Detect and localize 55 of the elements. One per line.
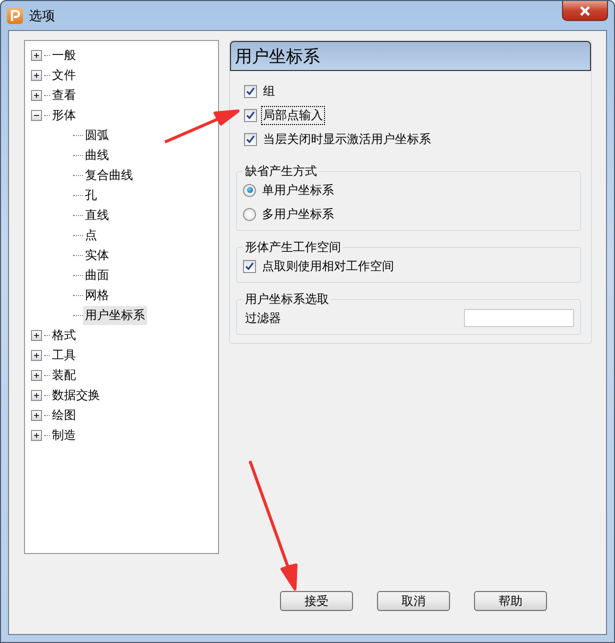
expand-icon[interactable] (31, 390, 42, 400)
panel-title: 用户坐标系 (230, 41, 591, 71)
tree-item[interactable]: 制造 (50, 426, 78, 444)
group-title: 缺省产生方式 (244, 163, 318, 180)
checkbox[interactable] (243, 260, 256, 272)
close-button[interactable] (562, 1, 608, 21)
checkbox[interactable] (244, 132, 257, 146)
tree-item[interactable]: 数据交换 (50, 386, 102, 404)
expand-icon[interactable] (31, 430, 42, 440)
expand-icon[interactable] (31, 70, 42, 80)
filter-field[interactable] (464, 309, 574, 327)
option-label: 单用户坐标系 (261, 182, 335, 198)
expand-icon[interactable] (31, 90, 42, 100)
tree-item[interactable]: 装配 (50, 366, 78, 384)
expand-icon[interactable] (31, 370, 42, 380)
window-title: 选项 (29, 8, 55, 24)
tree-item[interactable]: 工具 (50, 346, 78, 364)
expand-icon[interactable] (31, 350, 42, 360)
tree-item[interactable]: 实体 (83, 246, 111, 264)
checkbox[interactable] (244, 108, 257, 122)
tree-item[interactable]: 曲面 (83, 266, 111, 284)
app-icon (7, 8, 23, 24)
collapse-icon[interactable] (31, 110, 42, 120)
close-icon (579, 6, 591, 16)
option-label: 多用户坐标系 (261, 206, 335, 222)
expand-icon[interactable] (31, 330, 42, 340)
dialog-button[interactable]: 帮助 (474, 591, 547, 611)
tree-item[interactable]: 圆弧 (83, 126, 111, 144)
radio-button[interactable] (243, 208, 256, 220)
field-label: 过滤器 (244, 310, 282, 326)
tree-item[interactable]: 绘图 (50, 406, 78, 424)
tree-item[interactable]: 孔 (83, 186, 99, 204)
tree-item[interactable]: 形体 (50, 106, 78, 124)
group-title: 用户坐标系选取 (244, 291, 330, 308)
dialog-button[interactable]: 接受 (280, 591, 353, 611)
tree-item[interactable]: 点 (83, 226, 99, 244)
option-label: 组 (262, 82, 276, 100)
option-label: 点取则使用相对工作空间 (261, 258, 395, 274)
tree-item[interactable]: 一般 (50, 46, 78, 64)
tree-item[interactable]: 复合曲线 (83, 166, 135, 184)
expand-icon[interactable] (31, 50, 42, 60)
dialog-button[interactable]: 取消 (377, 591, 450, 611)
tree-item[interactable]: 用户坐标系 (83, 306, 147, 324)
tree-item[interactable]: 曲线 (83, 146, 111, 164)
expand-icon[interactable] (31, 410, 42, 420)
tree-item[interactable]: 查看 (50, 86, 78, 104)
checkbox[interactable] (244, 84, 257, 98)
group-title: 形体产生工作空间 (244, 239, 342, 256)
tree-item[interactable]: 文件 (50, 66, 78, 84)
option-label: 当层关闭时显示激活用户坐标系 (262, 130, 432, 148)
tree-item[interactable]: 直线 (83, 206, 111, 224)
tree-item[interactable]: 网格 (83, 286, 111, 304)
option-label: 局部点输入 (261, 106, 325, 124)
tree-item[interactable]: 格式 (50, 326, 78, 344)
radio-button[interactable] (243, 184, 256, 196)
